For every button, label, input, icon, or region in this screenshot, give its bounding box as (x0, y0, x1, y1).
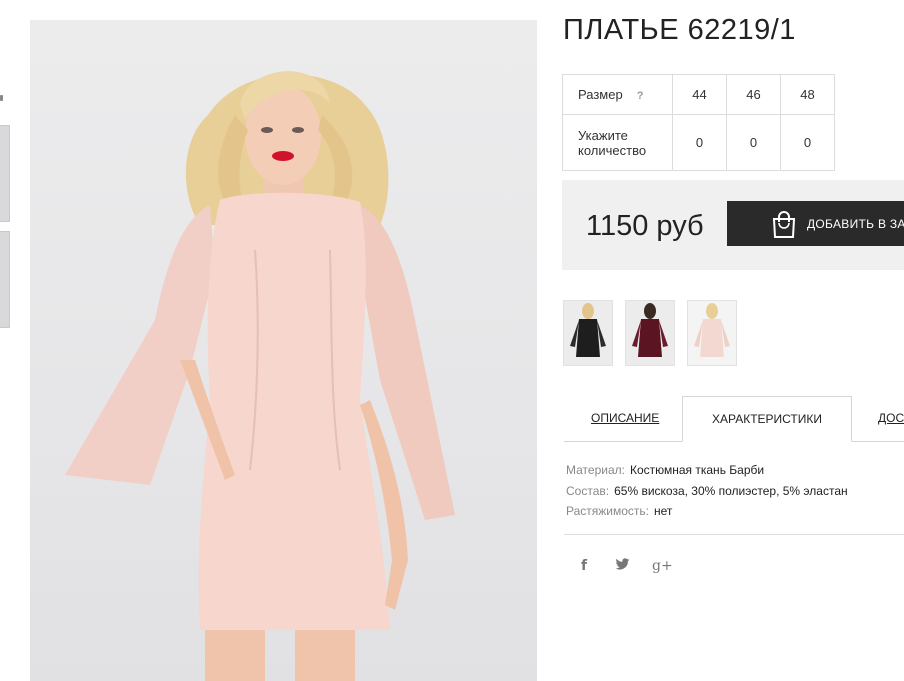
size-quantity-table: Размер? 44 46 48 Укажите количество (562, 74, 835, 171)
thumbnail-strip (0, 0, 12, 681)
characteristics-list: Материал: Костюмная ткань Барби Состав: 65… (566, 460, 848, 522)
price: 1150 руб (586, 210, 704, 242)
add-to-order-button[interactable]: ДОБАВИТЬ В ЗАКАЗ (727, 201, 904, 246)
size-help-icon[interactable]: ? (637, 90, 644, 102)
quantity-input-46[interactable] (736, 134, 771, 151)
spec-composition: Состав: 65% вискоза, 30% полиэстер, 5% эл… (566, 483, 848, 498)
shopping-bag-icon (772, 211, 796, 238)
product-main-image[interactable] (30, 20, 537, 681)
quantity-input-48[interactable] (790, 134, 825, 151)
facebook-icon[interactable]: f (581, 558, 587, 574)
twitter-icon[interactable] (615, 558, 630, 575)
quantity-input-44[interactable] (682, 134, 717, 151)
spec-material: Материал: Костюмная ткань Барби (566, 463, 765, 477)
buy-box: 1150 руб ДОБАВИТЬ В ЗАКАЗ (562, 180, 904, 270)
strip-arrow-icon[interactable] (0, 95, 3, 101)
model-illustration (65, 71, 455, 681)
size-label: Размер? (562, 74, 673, 115)
color-variant-black[interactable] (563, 300, 613, 366)
spec-stretch: Растяжимость: нет (566, 504, 673, 518)
add-to-order-label: ДОБАВИТЬ В ЗАКАЗ (807, 216, 904, 231)
quantity-label: Укажите количество (562, 114, 673, 171)
tab-delivery[interactable]: ДОСТАВКА (878, 396, 904, 441)
gallery-thumbnail[interactable] (0, 125, 10, 222)
tab-characteristics[interactable]: ХАРАКТЕРИСТИКИ (682, 396, 852, 442)
divider (564, 534, 904, 535)
color-variant-burgundy[interactable] (625, 300, 675, 366)
product-tabs: ОПИСАНИЕ ХАРАКТЕРИСТИКИ ДОСТАВКА (564, 396, 904, 442)
size-48: 48 (780, 74, 835, 115)
color-variants (563, 300, 737, 366)
product-title: ПЛАТЬЕ 62219/1 (563, 14, 796, 46)
size-46: 46 (726, 74, 781, 115)
googleplus-icon[interactable]: g+ (652, 558, 673, 574)
size-44: 44 (672, 74, 727, 115)
tab-description[interactable]: ОПИСАНИЕ (591, 396, 659, 441)
gallery-thumbnail[interactable] (0, 231, 10, 328)
color-variant-pink[interactable] (687, 300, 737, 366)
